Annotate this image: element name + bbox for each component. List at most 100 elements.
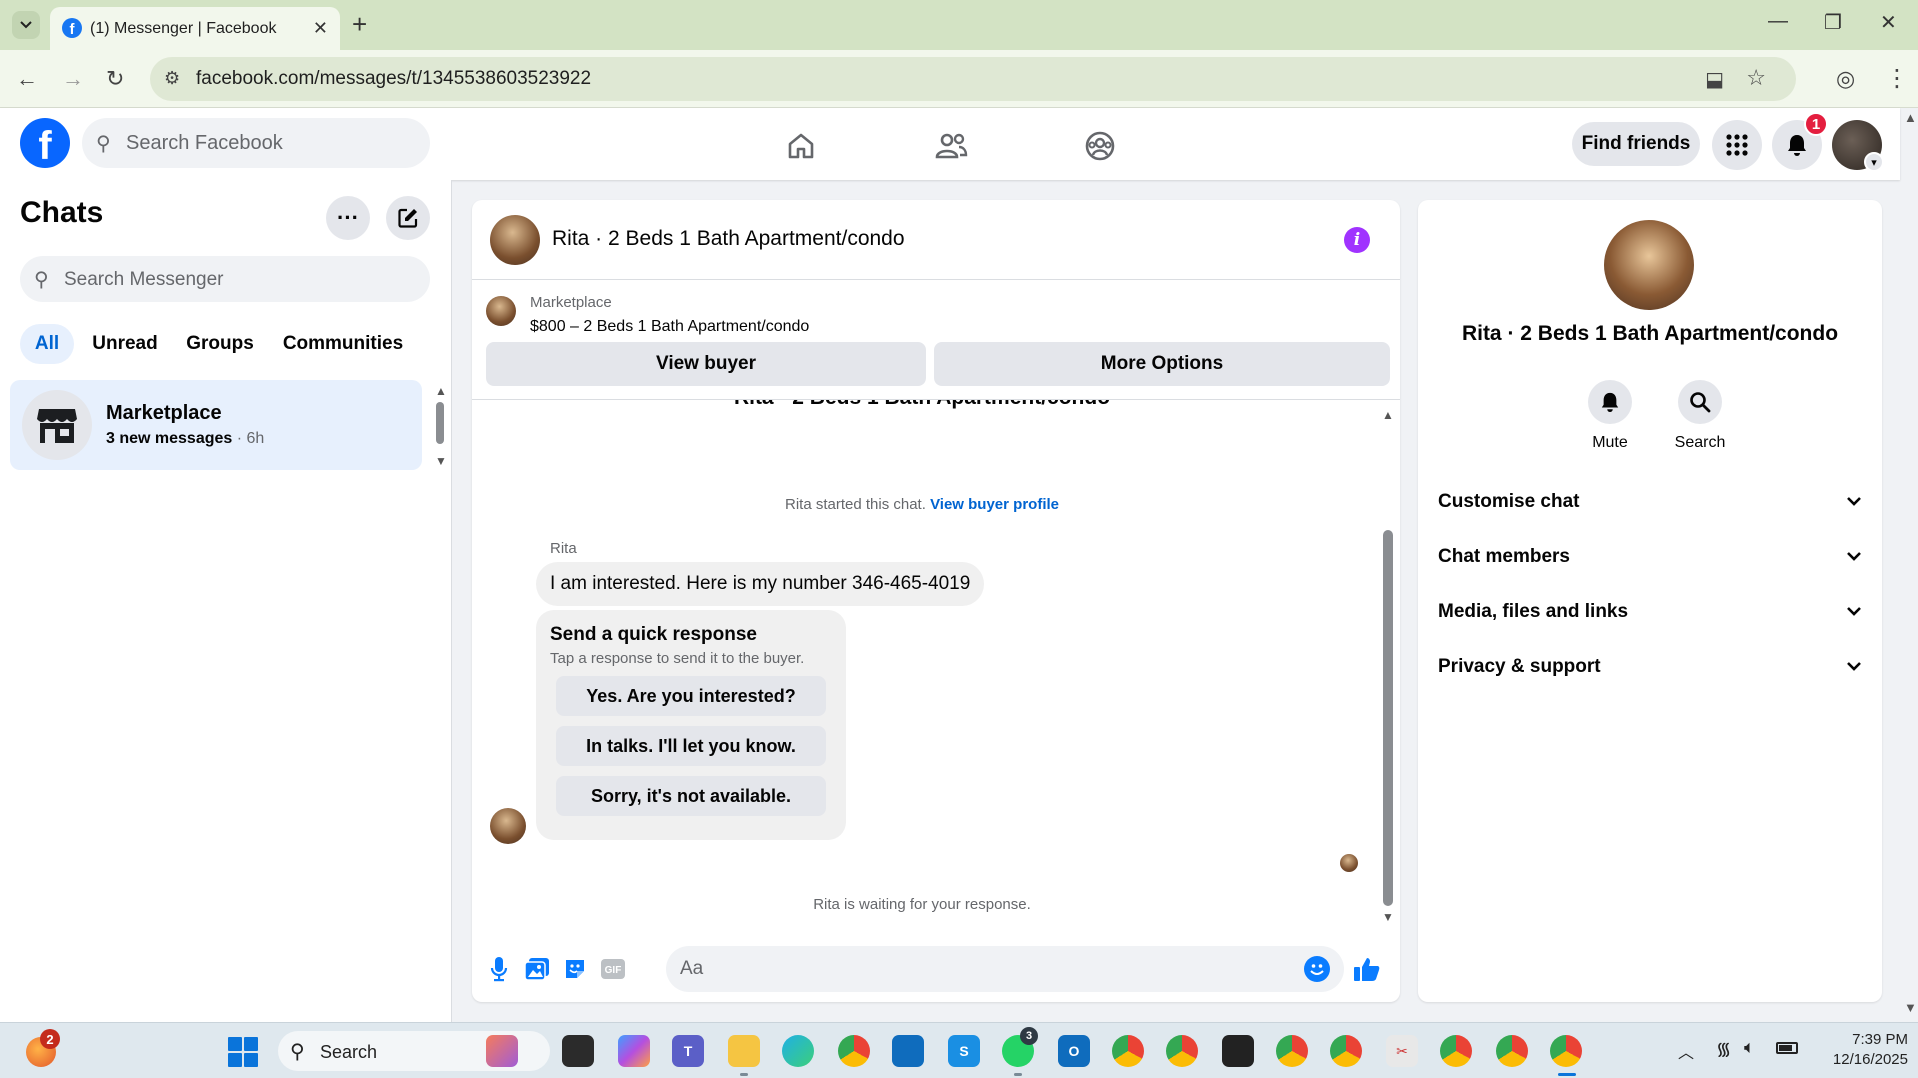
menu-grid-button[interactable] xyxy=(1712,120,1762,170)
chats-more-options-button[interactable]: ··· xyxy=(326,196,370,240)
chrome-profile-icon[interactable] xyxy=(1112,1035,1144,1067)
like-icon[interactable] xyxy=(1352,954,1382,984)
url-text[interactable]: facebook.com/messages/t/1345538603523922 xyxy=(196,68,591,90)
volume-icon[interactable]: 🔈︎ xyxy=(1744,1037,1755,1058)
facebook-logo[interactable]: f xyxy=(20,118,70,168)
message-bubble: I am interested. Here is my number 346-4… xyxy=(536,562,985,606)
bookmark-star-icon[interactable]: ☆ xyxy=(1746,65,1766,91)
quick-response-option[interactable]: Sorry, it's not available. xyxy=(556,776,826,816)
app-s-icon[interactable]: S xyxy=(948,1035,980,1067)
friends-icon[interactable] xyxy=(931,126,971,166)
chrome-active-icon[interactable] xyxy=(1550,1035,1582,1067)
filter-tab-all[interactable]: All xyxy=(20,324,74,364)
media-files-links-section[interactable]: Media, files and links xyxy=(1438,592,1862,632)
search-highlight-icon[interactable] xyxy=(486,1035,518,1067)
notification-badge: 1 xyxy=(1804,112,1828,136)
chrome-profile-icon[interactable] xyxy=(1496,1035,1528,1067)
battery-icon[interactable] xyxy=(1776,1042,1798,1054)
scroll-down-arrow[interactable]: ▼ xyxy=(1382,910,1394,924)
scroll-up-arrow[interactable]: ▲ xyxy=(1382,408,1394,422)
conversation-header: Rita · 2 Beds 1 Bath Apartment/condo i xyxy=(472,200,1400,280)
conversation-title[interactable]: Rita · 2 Beds 1 Bath Apartment/condo xyxy=(552,227,905,251)
view-buyer-button[interactable]: View buyer xyxy=(486,342,926,386)
back-button[interactable]: ← xyxy=(16,66,38,92)
browser-tab[interactable]: f (1) Messenger | Facebook ✕ xyxy=(50,7,340,50)
page-scroll-down-arrow[interactable]: ▼ xyxy=(1904,1000,1917,1015)
forward-button[interactable]: → xyxy=(62,66,84,92)
scroll-up-arrow[interactable]: ▲ xyxy=(435,384,447,398)
scroll-down-arrow[interactable]: ▼ xyxy=(435,454,447,468)
window-close-icon[interactable]: ✕ xyxy=(1880,10,1897,35)
clock-time[interactable]: 7:39 PM xyxy=(1818,1031,1908,1048)
conversation-avatar[interactable] xyxy=(490,215,540,265)
chrome-profile-icon[interactable] xyxy=(1166,1035,1198,1067)
more-options-button[interactable]: More Options xyxy=(934,342,1390,386)
quick-response-option[interactable]: In talks. I'll let you know. xyxy=(556,726,826,766)
filter-tab-groups[interactable]: Groups xyxy=(176,324,264,364)
store-icon[interactable] xyxy=(892,1035,924,1067)
home-icon[interactable] xyxy=(781,126,821,166)
search-action[interactable]: Search xyxy=(1655,380,1745,452)
sender-avatar[interactable] xyxy=(490,808,526,844)
snipping-tool-icon[interactable]: ✂ xyxy=(1386,1035,1418,1067)
browser-menu-icon[interactable]: ⋮ xyxy=(1885,64,1909,93)
chrome-profile-icon[interactable] xyxy=(1330,1035,1362,1067)
message-input[interactable]: Aa xyxy=(666,946,1344,992)
address-bar[interactable]: ⚙ facebook.com/messages/t/13455386035239… xyxy=(150,57,1796,101)
find-friends-button[interactable]: Find friends xyxy=(1572,122,1700,166)
page-scroll-up-arrow[interactable]: ▲ xyxy=(1904,110,1917,125)
chat-list-scrollbar[interactable] xyxy=(436,402,444,444)
mute-action[interactable]: Mute xyxy=(1565,380,1655,452)
copilot-icon[interactable] xyxy=(618,1035,650,1067)
chat-list-item[interactable]: Marketplace 3 new messages · 6h xyxy=(10,380,422,470)
sticky-notes-icon[interactable] xyxy=(1222,1035,1254,1067)
teams-icon[interactable]: T xyxy=(672,1035,704,1067)
customise-chat-section[interactable]: Customise chat xyxy=(1438,482,1862,522)
mute-bell-icon[interactable] xyxy=(1588,380,1632,424)
view-buyer-profile-link[interactable]: View buyer profile xyxy=(930,496,1059,513)
chevron-down-icon[interactable]: ▾ xyxy=(1864,152,1884,172)
filter-tab-communities[interactable]: Communities xyxy=(276,324,410,364)
browser-profile-icon[interactable]: ◎ xyxy=(1836,66,1855,92)
listing-title[interactable]: $800 – 2 Beds 1 Bath Apartment/condo xyxy=(530,318,809,336)
facebook-search-input[interactable]: ⚲ Search Facebook xyxy=(82,118,430,168)
info-icon[interactable]: i xyxy=(1344,227,1370,253)
gif-icon[interactable]: GIF xyxy=(598,954,628,984)
clock-date[interactable]: 12/16/2025 xyxy=(1800,1051,1908,1068)
minimize-icon[interactable]: — xyxy=(1768,10,1788,33)
sticker-icon[interactable] xyxy=(560,954,590,984)
chat-unread-count: 3 new messages xyxy=(106,430,233,447)
photo-icon[interactable] xyxy=(522,954,552,984)
wifi-icon[interactable]: ᯾ xyxy=(1716,1037,1731,1061)
chrome-profile-icon[interactable] xyxy=(1440,1035,1472,1067)
edge-icon[interactable] xyxy=(782,1035,814,1067)
groups-icon[interactable] xyxy=(1080,126,1120,166)
mic-icon[interactable] xyxy=(484,954,514,984)
chat-members-section[interactable]: Chat members xyxy=(1438,537,1862,577)
listing-thumbnail[interactable] xyxy=(486,296,516,326)
chevron-down-icon xyxy=(1846,548,1862,566)
emoji-icon[interactable] xyxy=(1304,956,1330,982)
details-avatar[interactable] xyxy=(1604,220,1694,310)
outlook-icon[interactable]: O xyxy=(1058,1035,1090,1067)
privacy-support-section[interactable]: Privacy & support xyxy=(1438,647,1862,687)
task-view-icon[interactable] xyxy=(562,1035,594,1067)
chrome-icon[interactable] xyxy=(838,1035,870,1067)
quick-response-option[interactable]: Yes. Are you interested? xyxy=(556,676,826,716)
tab-search-button[interactable] xyxy=(12,11,40,39)
message-scrollbar[interactable] xyxy=(1383,530,1393,906)
site-info-icon[interactable]: ⚙ xyxy=(164,68,180,89)
search-icon[interactable] xyxy=(1678,380,1722,424)
chrome-profile-icon[interactable] xyxy=(1276,1035,1308,1067)
new-message-button[interactable] xyxy=(386,196,430,240)
restore-icon[interactable]: ❐ xyxy=(1824,10,1842,35)
new-tab-button[interactable]: + xyxy=(352,11,367,37)
install-app-icon[interactable]: ⬓ xyxy=(1705,67,1724,92)
messenger-search-input[interactable]: ⚲ Search Messenger xyxy=(20,256,430,302)
tab-close-icon[interactable]: ✕ xyxy=(313,18,328,39)
start-windows-icon[interactable] xyxy=(228,1037,258,1067)
filter-tab-unread[interactable]: Unread xyxy=(84,324,166,364)
file-explorer-icon[interactable] xyxy=(728,1035,760,1067)
tray-chevron-icon[interactable]: ︿ xyxy=(1678,1039,1694,1063)
reload-button[interactable]: ↻ xyxy=(106,66,124,92)
